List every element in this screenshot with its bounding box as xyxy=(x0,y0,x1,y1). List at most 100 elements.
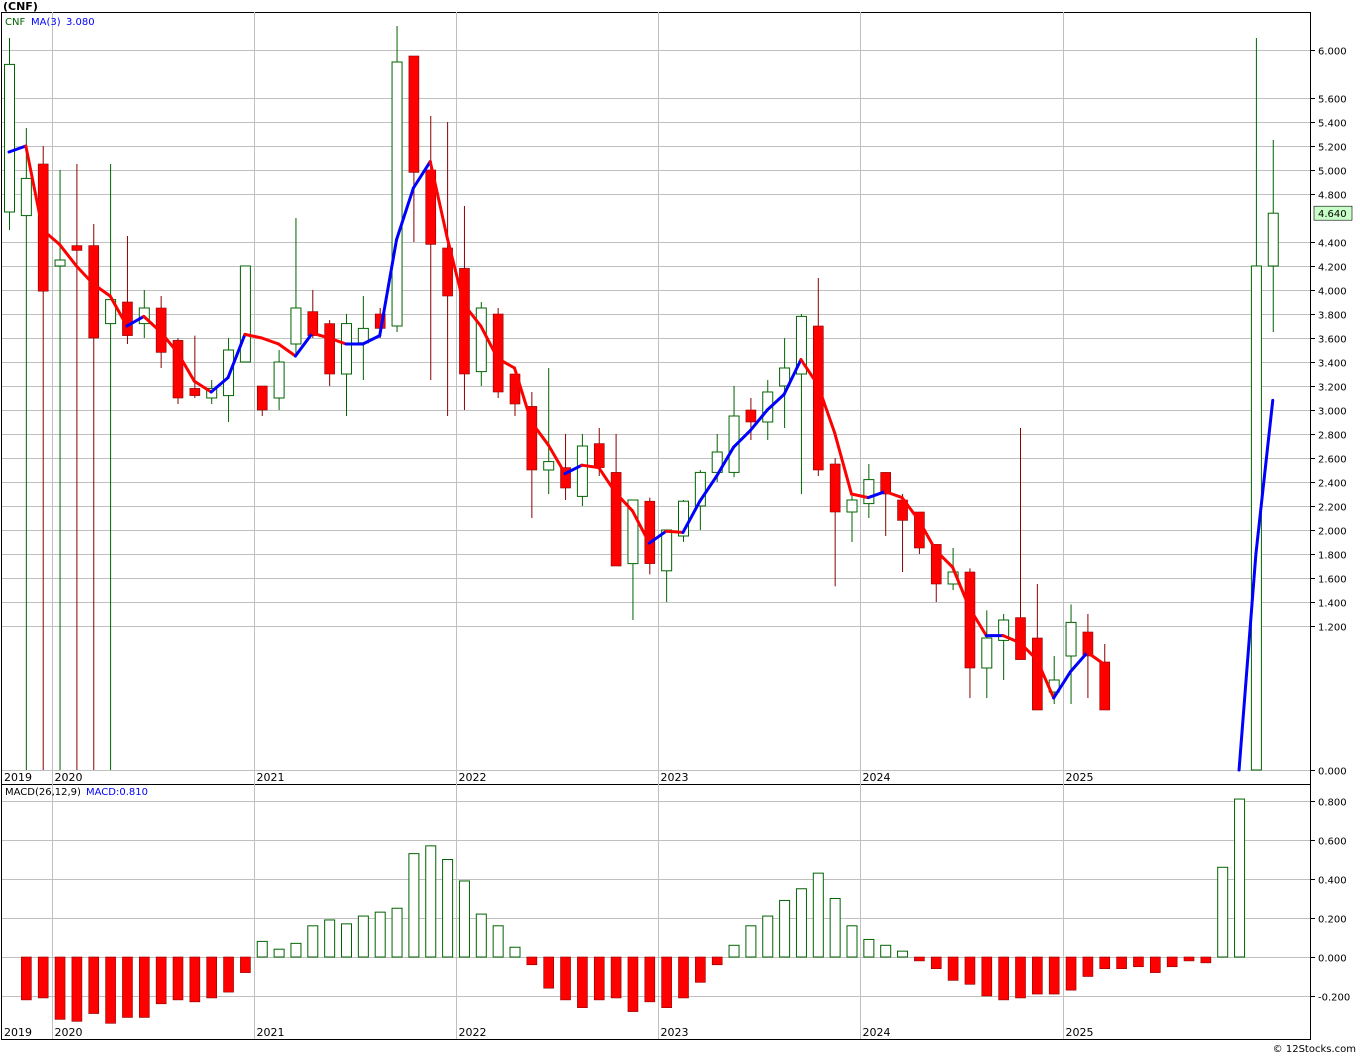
ma-segment xyxy=(1085,650,1106,666)
macd-bar-negative xyxy=(644,956,656,1003)
macd-bar-negative xyxy=(1082,956,1094,977)
macd-bar-positive xyxy=(357,915,369,958)
macd-bar-positive xyxy=(324,919,336,958)
macd-bar-negative xyxy=(526,956,538,966)
macd-bar-negative xyxy=(998,956,1009,1001)
macd-bar-positive xyxy=(897,950,909,958)
macd-bar-negative xyxy=(678,956,689,999)
macd-bar-positive xyxy=(425,845,437,958)
macd-bar-negative xyxy=(610,956,622,999)
macd-bar-negative xyxy=(1183,956,1195,962)
macd-bar-negative xyxy=(54,956,66,1020)
macd-bar-positive xyxy=(863,938,875,958)
macd-bar-positive xyxy=(728,944,740,958)
macd-bar-negative xyxy=(1116,956,1127,969)
macd-bar-negative xyxy=(240,956,251,973)
price-tick-label: 1.800 xyxy=(1318,551,1347,562)
candle-body-down xyxy=(593,443,605,468)
macd-bar-negative xyxy=(1048,956,1060,995)
macd-bar-negative xyxy=(1065,956,1077,991)
macd-bar-negative xyxy=(930,956,942,969)
macd-bars xyxy=(21,798,1246,1024)
year-label-bottom: 2020 xyxy=(55,1026,83,1039)
x-axis: 2019 2019 2020 2020 2021 2021 2022 2022 2023 2023… xyxy=(4,771,1094,1039)
macd-bar-negative xyxy=(695,956,706,983)
macd-bar-negative xyxy=(155,956,167,1005)
price-tick-label: 4.400 xyxy=(1318,239,1347,250)
year-label-bottom: 2023 xyxy=(661,1026,689,1039)
legend-ma-value: 3.080 xyxy=(66,17,95,28)
price-tick-label: 5.200 xyxy=(1318,143,1347,154)
macd-bar-negative xyxy=(172,956,184,1001)
macd-bar-positive xyxy=(829,898,841,958)
legend-macd-value: MACD:0.810 xyxy=(86,787,148,798)
candle-body-down xyxy=(964,571,976,669)
macd-bar-positive xyxy=(745,925,757,958)
price-tick-label: 2.200 xyxy=(1318,503,1347,514)
price-tick-label: 3.400 xyxy=(1318,359,1347,370)
candle-body-up xyxy=(54,259,66,267)
macd-bar-positive xyxy=(458,880,470,958)
macd-bar-negative xyxy=(139,956,150,1018)
candle-body-up xyxy=(863,479,875,505)
macd-bar-negative xyxy=(1200,956,1212,964)
macd-tick-label: 0.600 xyxy=(1318,837,1347,848)
macd-bar-negative xyxy=(88,956,100,1014)
macd-bar-positive xyxy=(391,907,403,958)
price-tick-label: 0.000 xyxy=(1318,767,1347,778)
macd-bar-positive xyxy=(492,925,504,958)
price-tick-label: 3.000 xyxy=(1318,407,1347,418)
macd-bar-positive xyxy=(475,913,487,958)
price-tick-label: 1.600 xyxy=(1318,575,1347,586)
macd-bar-negative xyxy=(947,956,959,981)
last-price-label: 4.640 xyxy=(1318,209,1347,220)
macd-bar-negative xyxy=(593,956,605,1001)
macd-tick-label: 0.200 xyxy=(1318,915,1347,926)
price-tick-label: 3.800 xyxy=(1318,311,1347,322)
candles xyxy=(4,26,1279,771)
price-legend: CNF MA(3) 3.080 xyxy=(5,17,95,28)
year-label-bottom: 2019 xyxy=(4,1026,32,1039)
year-label-top: 2021 xyxy=(257,771,285,784)
candle-body-down xyxy=(745,409,757,423)
macd-bar-negative xyxy=(1015,956,1026,999)
macd-bar-positive xyxy=(1234,798,1246,958)
legend-macd-label: MACD(26,12,9) xyxy=(5,787,81,798)
legend-ma-label: MA(3) xyxy=(31,17,61,28)
candle-body-down xyxy=(1032,637,1043,711)
legend-symbol: CNF xyxy=(5,17,25,28)
macd-bar-positive xyxy=(1217,866,1229,958)
macd-bar-positive xyxy=(762,915,774,958)
price-tick-label: 5.000 xyxy=(1318,167,1347,178)
price-tick-label: 2.000 xyxy=(1318,527,1347,538)
price-tick-label: 2.600 xyxy=(1318,455,1347,466)
year-label-top: 2022 xyxy=(459,771,487,784)
price-tick-label: 6.000 xyxy=(1318,47,1347,58)
macd-bar-negative xyxy=(577,956,588,1009)
candle-body-up xyxy=(846,499,858,513)
price-tick-label: 1.400 xyxy=(1318,599,1347,610)
price-panel-frame xyxy=(1,12,1311,785)
candle-body-up xyxy=(20,177,32,217)
macd-bar-positive xyxy=(290,942,302,958)
candle-body-down xyxy=(324,323,335,375)
macd-y-axis: -0.200 0.000 0.200 0.400 0.600 0.800 xyxy=(1310,798,1350,1004)
candle-body-up xyxy=(981,637,993,669)
macd-bar-negative xyxy=(1032,956,1043,995)
macd-bar-negative xyxy=(189,956,201,1003)
candle-body-up xyxy=(1065,621,1077,657)
year-label-bottom: 2022 xyxy=(459,1026,487,1039)
macd-bar-negative xyxy=(21,956,32,1001)
price-tick-label: 5.600 xyxy=(1318,95,1347,106)
macd-bar-negative xyxy=(37,956,49,999)
year-label-top: 2025 xyxy=(1066,771,1094,784)
macd-bar-positive xyxy=(442,859,454,958)
year-label-top: 2023 xyxy=(661,771,689,784)
macd-bar-negative xyxy=(914,956,925,962)
macd-bar-negative xyxy=(964,956,976,985)
price-tick-label: 3.600 xyxy=(1318,335,1347,346)
macd-bar-positive xyxy=(779,899,791,958)
candle-body-down xyxy=(71,245,83,251)
macd-bar-negative xyxy=(1166,956,1178,968)
macd-bar-positive xyxy=(341,923,352,958)
